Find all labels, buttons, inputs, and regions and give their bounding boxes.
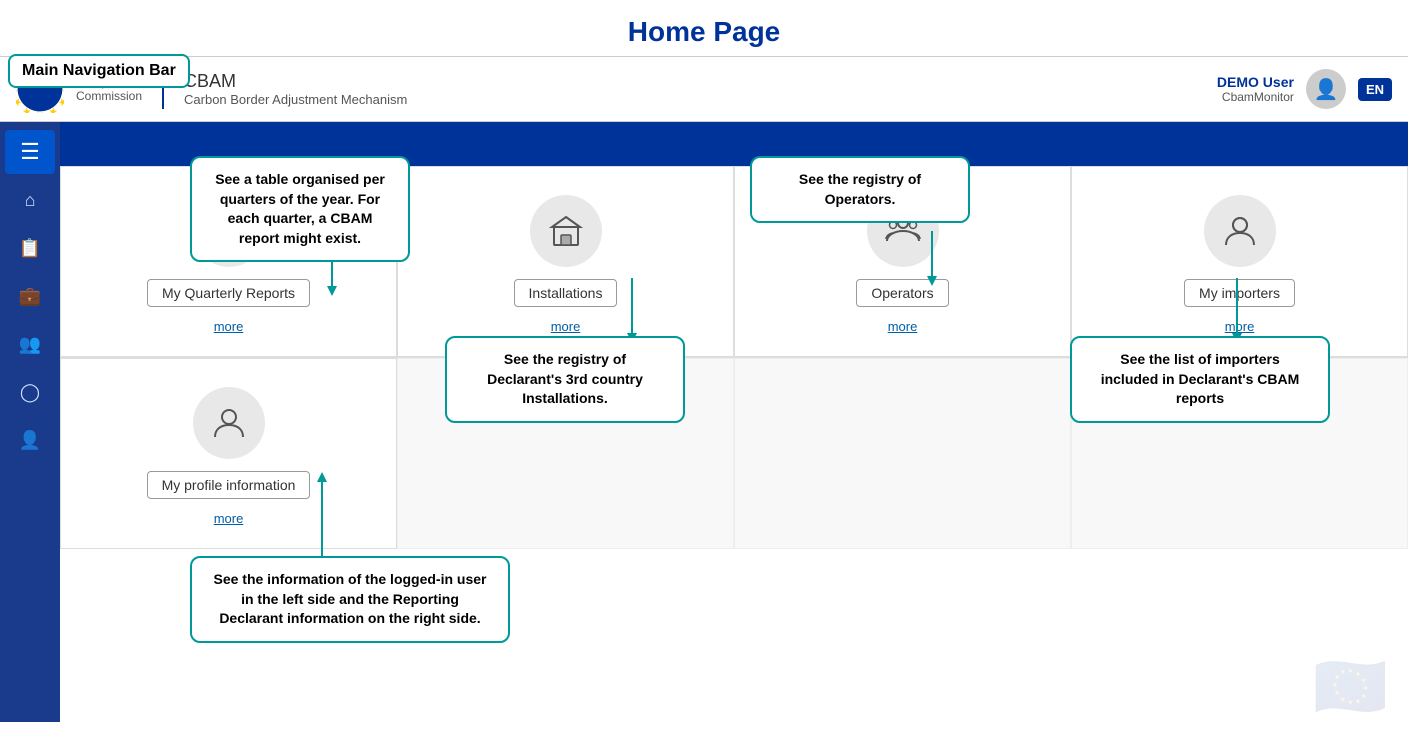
profile-icon	[193, 387, 265, 459]
user-role: CbamMonitor	[1222, 90, 1294, 104]
user-info: DEMO User CbamMonitor	[1217, 74, 1294, 104]
installations-icon	[530, 195, 602, 267]
sidebar-item-operators[interactable]: 👥	[5, 322, 55, 366]
main-layout: ☰ ⌂ 📋 💼 👥 ◯ 👤	[0, 122, 1408, 722]
user-name: DEMO User	[1217, 74, 1294, 90]
sidebar-item-access[interactable]: 👤	[5, 418, 55, 462]
card-importers[interactable]: My importers more	[1071, 166, 1408, 357]
installations-label[interactable]: Installations	[514, 279, 618, 307]
app-title: CBAM	[184, 71, 407, 92]
arrow-profile	[320, 472, 324, 560]
arrow-installations	[630, 278, 634, 340]
tooltip-installations: See the registry of Declarant's 3rd coun…	[445, 336, 685, 423]
tooltip-profile: See the information of the logged-in use…	[190, 556, 510, 643]
card-profile[interactable]: My profile information more	[60, 358, 397, 549]
profile-label[interactable]: My profile information	[147, 471, 311, 499]
profile-more[interactable]: more	[214, 511, 244, 526]
eu-watermark: 🇪🇺	[1313, 651, 1388, 722]
importers-icon	[1204, 195, 1276, 267]
quarterly-reports-label[interactable]: My Quarterly Reports	[147, 279, 310, 307]
app-name: CBAM Carbon Border Adjustment Mechanism	[184, 71, 407, 107]
tooltip-operators: See the registry of Operators.	[750, 156, 970, 223]
user-avatar[interactable]: 👤	[1306, 69, 1346, 109]
app-subtitle: Carbon Border Adjustment Mechanism	[184, 92, 407, 107]
sidebar: ☰ ⌂ 📋 💼 👥 ◯ 👤	[0, 122, 60, 722]
page-title: Home Page	[0, 0, 1408, 56]
quarterly-reports-more[interactable]: more	[214, 319, 244, 334]
lang-selector[interactable]: EN	[1358, 78, 1392, 101]
sidebar-item-profile[interactable]: ◯	[5, 370, 55, 414]
nav-bar-annotation: Main Navigation Bar	[8, 54, 190, 88]
top-navigation-bar: European Commission CBAM Carbon Border A…	[0, 56, 1408, 122]
sidebar-item-reports[interactable]: 📋	[5, 226, 55, 270]
installations-more[interactable]: more	[551, 319, 581, 334]
operators-more[interactable]: more	[888, 319, 918, 334]
sidebar-item-menu[interactable]: ☰	[5, 130, 55, 174]
importers-more[interactable]: more	[1225, 319, 1255, 334]
operators-label[interactable]: Operators	[856, 279, 948, 307]
card-installations[interactable]: Installations more	[397, 166, 734, 357]
tooltip-importers: See the list of importers included in De…	[1070, 336, 1330, 423]
arrow-operators	[930, 231, 934, 286]
arrow-importers	[1235, 278, 1239, 340]
importers-label[interactable]: My importers	[1184, 279, 1295, 307]
user-area: DEMO User CbamMonitor 👤 EN	[1217, 69, 1392, 109]
sidebar-item-installations[interactable]: 💼	[5, 274, 55, 318]
empty-card-3	[734, 358, 1071, 549]
sidebar-item-home[interactable]: ⌂	[5, 178, 55, 222]
content-area: My Quarterly Reports more Installations …	[60, 166, 1408, 722]
tooltip-quarterly: See a table organised per quarters of th…	[190, 156, 410, 262]
